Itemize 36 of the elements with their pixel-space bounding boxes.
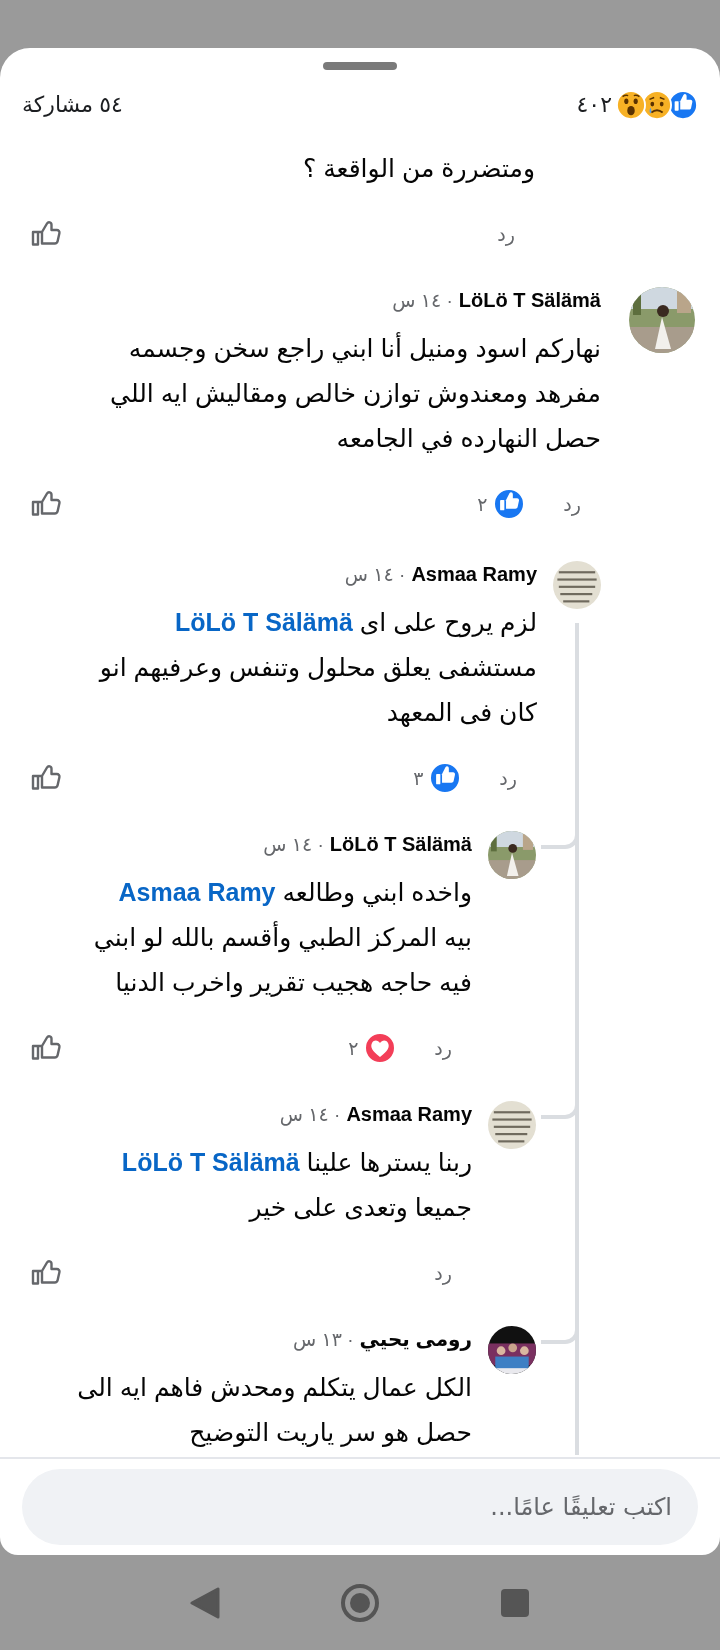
author-name[interactable]: LöLö T Sälämä	[458, 288, 601, 312]
comment-text: نهاركم اسود ومنيل أنا ابني راجع سخن وجسمه مفرهد ومعندوش توازن خالص ومقاليش ايه اللي حصل النهارده في الجامعه	[109, 331, 601, 455]
home-icon[interactable]	[340, 1582, 380, 1623]
comment-time: · ١٤ س	[279, 1102, 341, 1126]
recents-icon[interactable]	[500, 1587, 530, 1618]
reply-link[interactable]: رد	[563, 492, 581, 516]
comment-time: · ١٣ س	[293, 1327, 354, 1351]
comment-text: الكل عمال يتكلم ومحدش فاهم ايه الى حصل هو سر ياريت التوضيح	[76, 1372, 472, 1449]
author-name[interactable]: Asmaa Ramy	[346, 1102, 472, 1126]
reaction-count: ٢	[348, 1036, 359, 1060]
comment-time: · ١٤ س	[263, 832, 324, 856]
surprised-face-icon	[616, 90, 646, 120]
mention-link[interactable]: LöLö T Sälämä	[121, 1148, 300, 1176]
author-name[interactable]: LöLö T Sälämä	[329, 832, 472, 856]
comment-time: · ١٤ س	[344, 562, 406, 586]
reaction-count: ٢	[477, 492, 488, 516]
reply-link[interactable]: رد	[499, 766, 517, 790]
share-count[interactable]: ٥٤ مشاركة	[22, 92, 123, 118]
comment-time: · ١٤ س	[392, 288, 453, 312]
thumbs-up-icon	[429, 762, 462, 794]
back-icon[interactable]	[190, 1586, 220, 1619]
author-name[interactable]: Asmaa Ramy	[411, 562, 537, 586]
reaction-count[interactable]: ٤٠٢	[576, 92, 612, 118]
mention-link[interactable]: Asmaa Ramy	[118, 878, 276, 906]
reply-link[interactable]: رد	[434, 1036, 452, 1060]
drag-handle[interactable]	[323, 62, 397, 70]
reply-link[interactable]: رد	[497, 222, 515, 246]
thumbs-up-icon	[668, 90, 698, 120]
comment-field[interactable]: اكتب تعليقًا عامًا...	[22, 1469, 698, 1545]
thumbs-up-icon	[493, 488, 526, 520]
reaction-count: ٣	[413, 766, 424, 790]
mention-link[interactable]: LöLö T Sälämä	[175, 608, 353, 636]
comment-text: ومتضررة من الواقعة ؟	[301, 153, 535, 186]
reply-link[interactable]: رد	[434, 1261, 452, 1285]
sad-face-icon	[642, 90, 672, 120]
author-name[interactable]: رومى يحيي	[359, 1327, 472, 1351]
